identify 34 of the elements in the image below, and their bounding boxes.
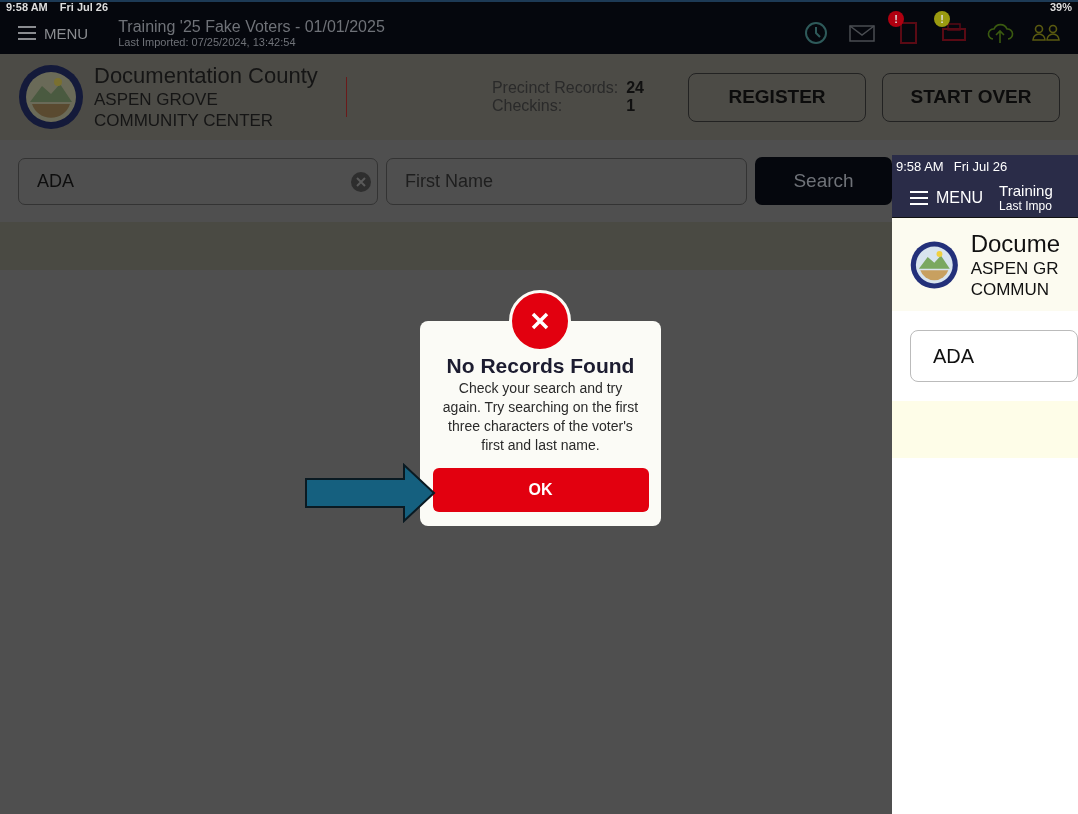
arrow-icon xyxy=(304,463,436,523)
polling-site-name: COMMUN xyxy=(970,278,1050,300)
dialog-message: Check your search and try again. Try searching on the first three characters of the voter's first and last name. xyxy=(441,379,640,455)
menu-icon xyxy=(910,190,928,205)
last-imported: Last Impo xyxy=(999,199,1053,213)
status-time: 9:58 AM xyxy=(6,2,48,12)
cloud-upload-icon xyxy=(987,23,1014,44)
ok-button[interactable]: OK xyxy=(432,468,649,512)
search-button[interactable]: Search xyxy=(755,157,892,205)
dialog-title: No Records Found xyxy=(446,354,635,378)
stat-value: 24 xyxy=(626,79,644,97)
status-date: Fri Jul 26 xyxy=(59,2,109,12)
last-name-field[interactable]: ADA xyxy=(910,330,1078,382)
election-title: Training xyxy=(999,182,1053,199)
battery-level: 39% xyxy=(1049,2,1072,12)
alert-badge: ! xyxy=(934,11,950,27)
county-name: Docume xyxy=(970,229,1060,258)
stat-value: 1 xyxy=(626,97,637,115)
clear-icon[interactable] xyxy=(351,171,371,192)
history-icon xyxy=(805,22,827,44)
status-time: 9:58 AM xyxy=(896,159,944,174)
polling-site-name: ASPEN GR xyxy=(970,257,1060,279)
menu-button[interactable]: MENU xyxy=(910,188,984,207)
menu-button[interactable]: MENU xyxy=(18,24,89,42)
polling-site-name: COMMUNITY CENTER xyxy=(94,110,275,131)
polling-site-name: ASPEN GROVE xyxy=(94,89,219,110)
menu-icon xyxy=(18,26,36,40)
county-seal-icon xyxy=(18,64,84,130)
election-title: Training '25 Fake Voters - 01/01/2025 xyxy=(118,18,385,36)
alert-badge: ! xyxy=(888,11,904,27)
last-imported: Last Imported: 07/25/2024, 13:42:54 xyxy=(118,36,297,48)
county-name: Documentation County xyxy=(94,63,318,89)
history-icon[interactable] xyxy=(802,19,830,47)
status-date: Fri Jul 26 xyxy=(953,159,1008,174)
